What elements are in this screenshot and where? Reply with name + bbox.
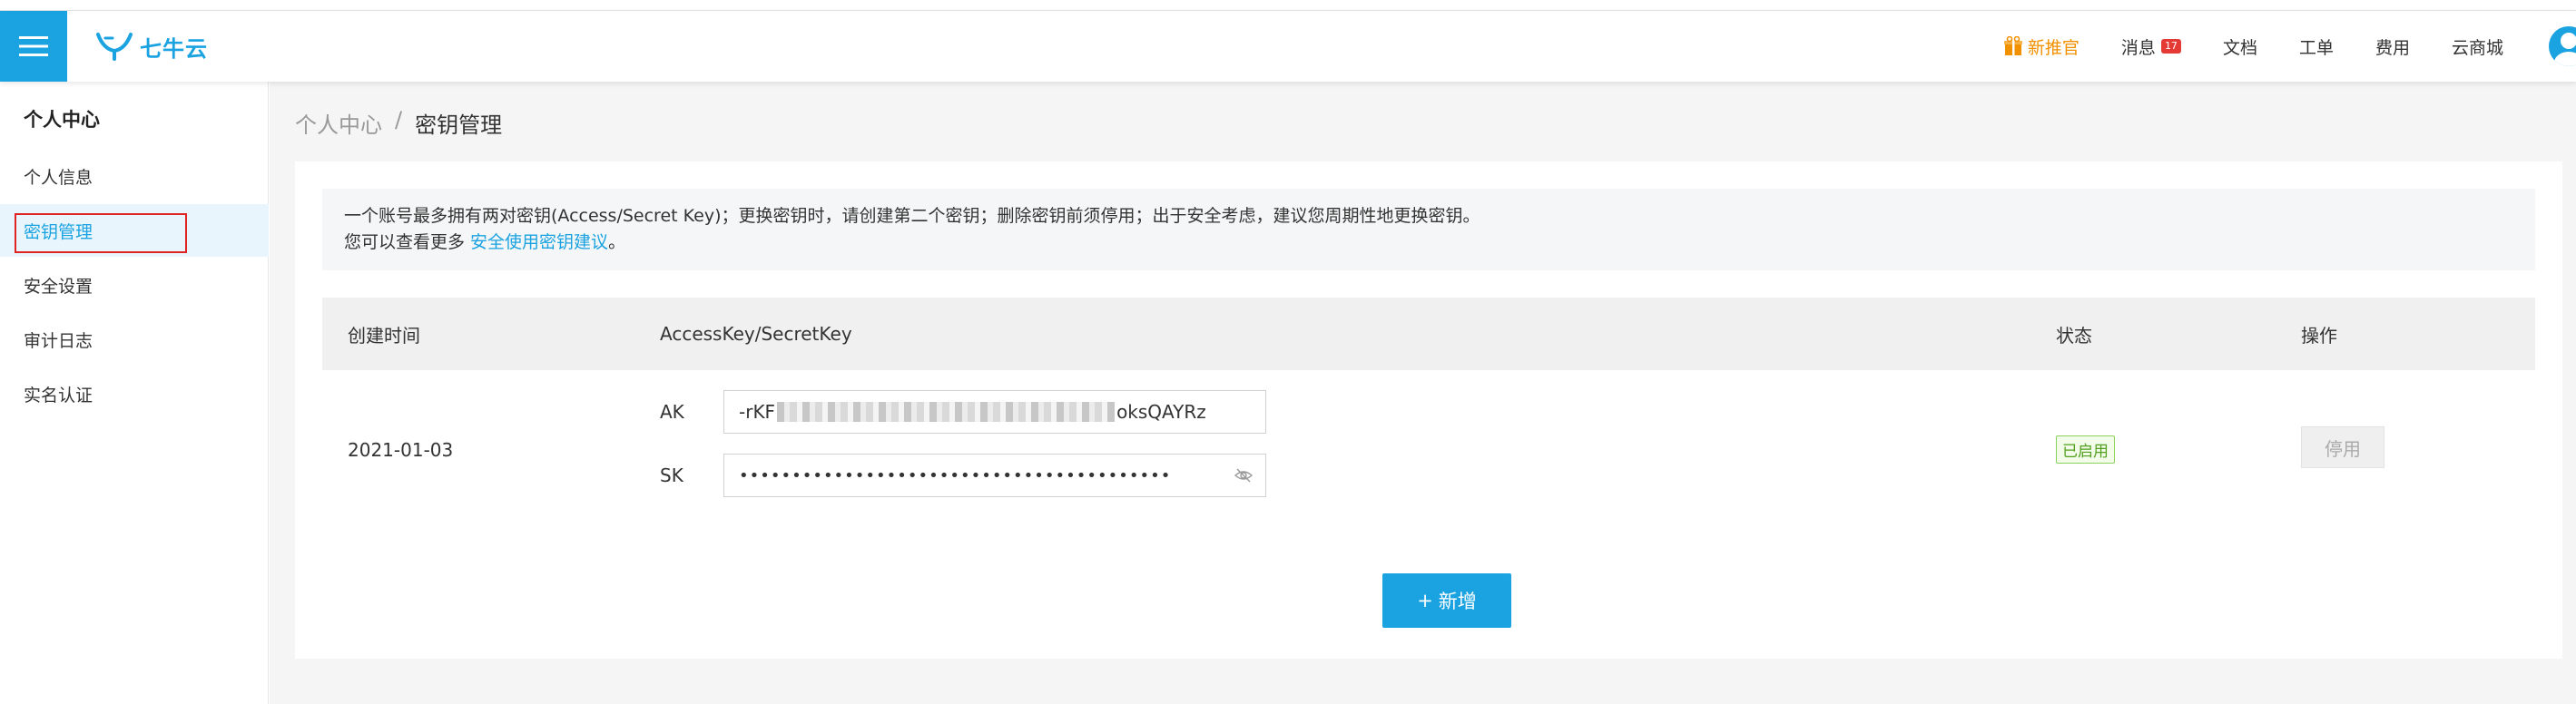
nav-marketplace[interactable]: 云商城 <box>2452 34 2503 59</box>
plus-icon: + <box>1417 590 1433 611</box>
secret-key-field[interactable]: ••••••••••••••••••••••••••••••••••••••••… <box>723 454 1266 497</box>
nav-promo[interactable]: 新推官 <box>2003 34 2079 59</box>
sidebar-title: 个人中心 <box>24 109 100 131</box>
breadcrumb-separator: / <box>395 107 403 132</box>
sidebar-item-profile[interactable]: 个人信息 <box>0 150 269 202</box>
sidebar-item-audit-log[interactable]: 审计日志 <box>0 313 269 366</box>
notice-line-2: 您可以查看更多 安全使用密钥建议。 <box>344 230 2513 256</box>
column-header-created: 创建时间 <box>348 324 420 347</box>
add-key-label: 新增 <box>1438 591 1477 612</box>
qiniu-logo-icon <box>96 33 133 61</box>
sk-label: SK <box>660 464 683 486</box>
top-navbar: 七牛云 新推官 消息 17 文档 工单 费用 云商城 <box>0 11 2576 82</box>
sidebar-item-label: 个人信息 <box>24 167 93 188</box>
info-notice: 一个账号最多拥有两对密钥(Access/Secret Key)；更换密钥时，请创… <box>322 189 2535 270</box>
sidebar-item-keys[interactable]: 密钥管理 <box>0 204 269 257</box>
user-avatar[interactable] <box>2549 26 2576 66</box>
gift-icon <box>2003 36 2022 55</box>
access-key-suffix: oksQAYRz <box>1116 401 1206 423</box>
breadcrumb-current: 密钥管理 <box>415 112 503 138</box>
created-date: 2021-01-03 <box>348 439 454 461</box>
access-key-field[interactable]: -rKF oksQAYRz <box>723 390 1266 434</box>
sidebar-item-label: 实名认证 <box>24 385 93 406</box>
menu-toggle-button[interactable] <box>0 11 67 82</box>
top-border <box>0 0 2576 11</box>
eye-hidden-icon[interactable] <box>1234 467 1253 484</box>
notice-line-2-prefix: 您可以查看更多 <box>344 232 471 252</box>
main-content: 个人中心 / 密钥管理 一个账号最多拥有两对密钥(Access/Secret K… <box>270 82 2576 704</box>
nav-docs[interactable]: 文档 <box>2223 34 2257 59</box>
nav-messages-label: 消息 <box>2120 37 2156 58</box>
breadcrumb: 个人中心 / 密钥管理 <box>295 107 502 139</box>
sidebar-item-security[interactable]: 安全设置 <box>0 259 269 311</box>
sidebar-item-label: 安全设置 <box>24 276 93 297</box>
logo-text: 七牛云 <box>140 35 208 62</box>
disable-button[interactable]: 停用 <box>2301 426 2384 468</box>
keys-panel: 一个账号最多拥有两对密钥(Access/Secret Key)；更换密钥时，请创… <box>295 161 2562 659</box>
highlight-box <box>15 213 187 253</box>
access-key-prefix: -rKF <box>739 401 776 423</box>
column-header-keys: AccessKey/SecretKey <box>660 323 852 345</box>
status-badge: 已启用 <box>2056 435 2115 464</box>
sidebar-item-label: 审计日志 <box>24 330 93 351</box>
ak-label: AK <box>660 401 684 423</box>
hamburger-icon <box>19 36 48 56</box>
nav-messages[interactable]: 消息 17 <box>2121 34 2181 59</box>
notice-line-2-suffix: 。 <box>608 232 626 252</box>
table-header: 创建时间 AccessKey/SecretKey 状态 操作 <box>322 298 2535 370</box>
security-advice-link[interactable]: 安全使用密钥建议 <box>470 232 608 252</box>
table-row: 2021-01-03 AK -rKF oksQAYRz SK •••••••••… <box>322 370 2535 533</box>
sidebar: 个人中心 个人信息 密钥管理 安全设置 审计日志 实名认证 <box>0 82 269 704</box>
notice-line-1: 一个账号最多拥有两对密钥(Access/Secret Key)；更换密钥时，请创… <box>344 206 1480 226</box>
add-key-button[interactable]: + 新增 <box>1382 573 1511 628</box>
top-nav: 新推官 消息 17 文档 工单 费用 云商城 <box>1962 11 2576 82</box>
redacted-area <box>777 402 1116 422</box>
secret-key-masked: ••••••••••••••••••••••••••••••••••••••••… <box>739 465 1172 485</box>
column-header-status: 状态 <box>2056 324 2092 347</box>
logo[interactable]: 七牛云 <box>94 27 208 65</box>
nav-billing[interactable]: 费用 <box>2375 34 2410 59</box>
nav-tickets[interactable]: 工单 <box>2299 34 2334 59</box>
nav-promo-label: 新推官 <box>2027 37 2079 58</box>
message-count-badge: 17 <box>2160 39 2181 54</box>
breadcrumb-parent[interactable]: 个人中心 <box>295 107 382 139</box>
sidebar-item-verification[interactable]: 实名认证 <box>0 367 269 420</box>
column-header-actions: 操作 <box>2301 324 2337 347</box>
